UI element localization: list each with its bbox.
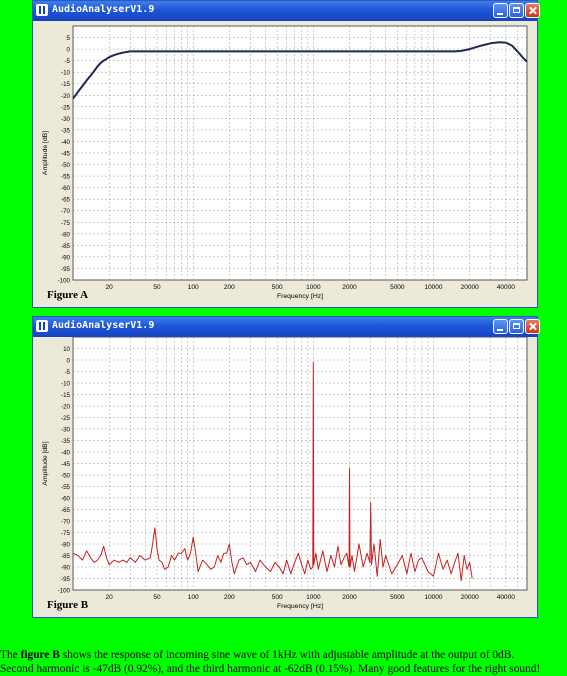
x-tick-label: 40000 [497, 594, 515, 601]
y-tick-label: -30 [61, 116, 71, 123]
x-tick-label: 200 [224, 284, 235, 291]
figure-label: Figure B [47, 599, 89, 611]
y-tick-label: 0 [67, 47, 71, 54]
y-tick-label: -95 [61, 266, 71, 273]
x-tick-label: 20 [106, 594, 114, 601]
y-tick-label: -5 [64, 369, 70, 376]
minimize-button[interactable] [493, 3, 508, 18]
y-tick-label: -95 [61, 576, 71, 583]
x-tick-label: 1000 [306, 284, 321, 291]
title-bar[interactable]: AudioAnalyserV1.9 [33, 317, 540, 337]
y-tick-label: -45 [61, 461, 71, 468]
y-tick-label: -70 [61, 519, 71, 526]
x-tick-label: 2000 [342, 284, 357, 291]
y-tick-label: -25 [61, 415, 71, 422]
y-tick-label: -50 [61, 473, 71, 480]
x-tick-label: 5000 [390, 594, 405, 601]
y-tick-label: -85 [61, 243, 71, 250]
x-tick-label: 10000 [424, 594, 442, 601]
maximize-button[interactable] [509, 319, 524, 334]
x-tick-label: 500 [272, 284, 283, 291]
x-tick-label: 50 [153, 594, 161, 601]
y-tick-label: -30 [61, 427, 71, 434]
caption-line-2: Second harmonic is -47dB (0.92%), and th… [0, 663, 541, 675]
y-tick-label: -60 [61, 496, 71, 503]
x-axis-label: Frequency [Hz] [277, 293, 323, 300]
y-tick-label: -55 [61, 174, 71, 181]
y-tick-label: -65 [61, 507, 71, 514]
y-tick-label: -50 [61, 162, 71, 169]
y-tick-label: 10 [63, 346, 70, 353]
app-icon [36, 320, 48, 332]
y-tick-label: -75 [61, 220, 71, 227]
window-title: AudioAnalyserV1.9 [52, 4, 155, 15]
x-tick-label: 20000 [461, 594, 479, 601]
y-tick-label: -10 [61, 70, 71, 77]
y-tick-label: -90 [61, 565, 71, 572]
frequency-response-chart: 50-5-10-15-20-25-30-35-40-45-50-55-60-65… [33, 21, 537, 307]
caption-text: shows the response of incoming sine wave… [59, 649, 515, 661]
x-tick-label: 10000 [424, 284, 442, 291]
y-tick-label: -40 [61, 139, 71, 146]
caption-text: The [0, 649, 21, 661]
y-tick-label: -35 [61, 127, 71, 134]
figure-label: Figure A [47, 289, 89, 301]
y-tick-label: 0 [67, 358, 71, 365]
x-tick-label: 40000 [497, 284, 515, 291]
y-tick-label: -85 [61, 553, 71, 560]
y-tick-label: -55 [61, 484, 71, 491]
y-tick-label: -5 [64, 58, 70, 65]
x-tick-label: 1000 [306, 594, 321, 601]
y-tick-label: -45 [61, 151, 71, 158]
analyser-window-b: AudioAnalyserV1.9 10 0 -5 -10 -15 -20 -25 -30 -3… [32, 316, 540, 618]
y-tick-label: 5 [67, 35, 71, 42]
y-tick-label: -65 [61, 197, 71, 204]
close-button[interactable] [525, 319, 540, 334]
caption-line-1: The figure B shows the response of incom… [0, 648, 567, 662]
y-tick-label: -10 [61, 381, 71, 388]
analyser-window-a: AudioAnalyserV1.9 5 0 -5 -10 -15 -20 -25 -30 -35… [32, 0, 540, 308]
y-tick-label: -15 [61, 392, 71, 399]
y-tick-label: -100 [58, 278, 71, 285]
minimize-button[interactable] [493, 319, 508, 334]
caption: The figure B shows the response of incom… [0, 648, 567, 676]
x-tick-label: 20 [106, 284, 114, 291]
y-tick-label: -15 [61, 81, 71, 88]
y-tick-label: -60 [61, 185, 71, 192]
caption-bold: figure B [20, 649, 60, 661]
y-tick-label: -40 [61, 450, 71, 457]
close-button[interactable] [525, 3, 540, 18]
title-bar[interactable]: AudioAnalyserV1.9 [33, 1, 540, 21]
window-title: AudioAnalyserV1.9 [52, 320, 155, 331]
x-tick-label: 2000 [342, 594, 357, 601]
y-tick-label: -35 [61, 438, 71, 445]
x-tick-label: 5000 [390, 284, 405, 291]
y-tick-label: -80 [61, 542, 71, 549]
y-tick-label: -90 [61, 254, 71, 261]
x-tick-label: 500 [272, 594, 283, 601]
app-icon [36, 4, 48, 16]
y-axis-label: Amplitude [dB] [42, 441, 49, 485]
x-tick-label: 50 [153, 284, 161, 291]
x-tick-label: 20000 [461, 284, 479, 291]
y-tick-label: -70 [61, 208, 71, 215]
x-tick-label: 200 [224, 594, 235, 601]
x-tick-label: 100 [188, 284, 199, 291]
x-axis-label: Frequency [Hz] [277, 603, 323, 610]
y-axis-label: Amplitude [dB] [42, 131, 49, 175]
x-tick-label: 100 [188, 594, 199, 601]
maximize-button[interactable] [509, 3, 524, 18]
y-tick-label: -80 [61, 231, 71, 238]
y-tick-label: -25 [61, 104, 71, 111]
y-tick-label: -75 [61, 530, 71, 537]
y-tick-label: -20 [61, 404, 71, 411]
y-tick-label: -20 [61, 93, 71, 100]
y-tick-label: -100 [58, 588, 71, 595]
spectrum-chart: 100-5-10-15-20-25-30-35-40-45-50-55-60-6… [33, 337, 537, 617]
